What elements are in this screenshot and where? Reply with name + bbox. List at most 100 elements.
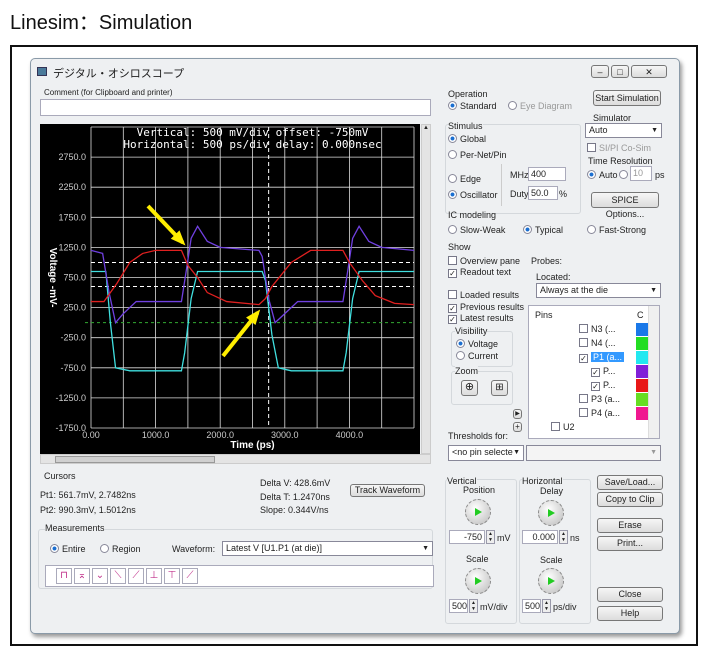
spice-options-button[interactable]: SPICE Options...: [591, 192, 659, 219]
close-button[interactable]: Close: [597, 587, 663, 602]
vertical-position-input[interactable]: -750: [449, 530, 485, 544]
oscillator-radio[interactable]: Oscillator: [448, 190, 498, 200]
pin-checkbox[interactable]: [551, 422, 560, 431]
edge-radio[interactable]: Edge: [448, 174, 481, 184]
threshold-value-select[interactable]: [526, 445, 661, 461]
eye-diagram-radio[interactable]: Eye Diagram: [508, 101, 572, 111]
global-radio[interactable]: Global: [448, 134, 486, 144]
divider: [501, 164, 502, 206]
high-width-icon[interactable]: ⊥: [146, 568, 162, 584]
y-tick-label: -750.0: [60, 363, 86, 373]
slow-weak-radio[interactable]: Slow-Weak: [448, 225, 505, 235]
pin-row[interactable]: N4 (...: [579, 338, 639, 351]
horizontal-scale-unit: ps/div: [553, 602, 577, 612]
cursor-pt2: Pt2: 990.3mV, 1.5012ns: [40, 505, 136, 515]
fast-strong-radio[interactable]: Fast-Strong: [587, 225, 646, 235]
pin-color-swatch: [636, 351, 648, 364]
vertical-position-spinner[interactable]: ▲ ▼: [486, 530, 495, 544]
pin-label: P...: [603, 366, 616, 376]
pin-checkbox[interactable]: [579, 324, 588, 333]
waveform-select[interactable]: Latest V [U1.P1 (at die)]: [222, 541, 433, 556]
duty-input[interactable]: 50.0: [528, 186, 558, 200]
per-net-radio[interactable]: Per-Net/Pin: [448, 150, 507, 160]
erase-button[interactable]: Erase: [597, 518, 663, 533]
zoom-fit-icon[interactable]: ⊞: [491, 380, 508, 396]
slope-icon[interactable]: ⟋: [182, 568, 198, 584]
typical-radio[interactable]: Typical: [523, 225, 563, 235]
entire-radio[interactable]: Entire: [50, 544, 86, 554]
vertical-scale-knob[interactable]: [465, 568, 491, 594]
pin-checkbox[interactable]: [579, 408, 588, 417]
frequency-input[interactable]: 400: [528, 167, 566, 181]
y-axis-label: Voltage -mV-: [47, 248, 58, 308]
horizontal-delay-knob[interactable]: [538, 500, 564, 526]
app-icon: [37, 67, 47, 76]
pin-row[interactable]: N3 (...: [579, 324, 639, 337]
thresholds-select[interactable]: <no pin selecte: [448, 445, 524, 461]
horizontal-delay-input[interactable]: 0.000: [522, 530, 558, 544]
low-width-icon[interactable]: ⊤: [164, 568, 180, 584]
vertical-scale-spinner[interactable]: ▲ ▼: [469, 599, 478, 613]
high-level-icon[interactable]: ⌅: [74, 568, 90, 584]
overview-pane-checkbox[interactable]: Overview pane: [448, 256, 520, 266]
horizontal-delay-spinner[interactable]: ▲ ▼: [559, 530, 568, 544]
pin-row[interactable]: P3 (a...: [579, 394, 639, 407]
comment-input[interactable]: [40, 99, 431, 116]
simulator-select[interactable]: Auto: [585, 123, 662, 138]
located-select[interactable]: Always at the die: [536, 283, 661, 298]
zoom-in-icon[interactable]: ⊕: [461, 380, 478, 396]
region-radio[interactable]: Region: [100, 544, 141, 554]
resolution-input[interactable]: 10: [630, 166, 652, 181]
low-level-icon[interactable]: ⌄: [92, 568, 108, 584]
loaded-results-checkbox[interactable]: Loaded results: [448, 290, 519, 300]
cosim-checkbox[interactable]: SI/PI Co-Sim: [587, 143, 651, 153]
readout-text-checkbox[interactable]: ✓ Readout text: [448, 267, 511, 278]
period-icon[interactable]: ⊓: [56, 568, 72, 584]
save-load-button[interactable]: Save/Load...: [597, 475, 663, 490]
fall-time-icon[interactable]: ⟍: [110, 568, 126, 584]
pins-scrollbar[interactable]: [648, 306, 659, 438]
rise-time-icon[interactable]: ⟋: [128, 568, 144, 584]
help-button[interactable]: Help: [597, 606, 663, 621]
horizontal-scale-knob[interactable]: [538, 568, 564, 594]
voltage-radio[interactable]: Voltage: [456, 339, 498, 349]
pin-label: P4 (a...: [591, 408, 621, 418]
pin-row[interactable]: ✓ P1 (a...: [579, 352, 639, 365]
x-tick-label: 1000.0: [142, 430, 170, 440]
copy-to-clip-button[interactable]: Copy to Clip: [597, 492, 663, 507]
add-icon[interactable]: +: [513, 422, 522, 432]
vertical-scale-input[interactable]: 500: [449, 599, 468, 613]
pin-checkbox[interactable]: ✓: [591, 382, 600, 391]
horizontal-delay-unit: ns: [570, 533, 580, 543]
standard-radio[interactable]: Standard: [448, 101, 497, 111]
pin-checkbox[interactable]: [579, 338, 588, 347]
horizontal-scrollbar[interactable]: [40, 454, 431, 464]
current-radio[interactable]: Current: [456, 351, 498, 361]
oscilloscope-plot[interactable]: 2750.0 2250.0 1750.0 1250.0 750.0 250.0 -250.0…: [40, 124, 420, 454]
expand-arrow-icon[interactable]: ▶: [513, 409, 522, 419]
auto-resolution-radio[interactable]: Auto: [587, 170, 618, 180]
close-window-button[interactable]: ✕: [631, 65, 667, 78]
previous-results-checkbox[interactable]: ✓ Previous results: [448, 302, 524, 313]
print-button[interactable]: Print...: [597, 536, 663, 551]
pin-row[interactable]: U2: [551, 422, 639, 435]
vertical-position-unit: mV: [497, 533, 511, 543]
latest-results-checkbox[interactable]: ✓ Latest results: [448, 313, 514, 324]
track-waveform-button[interactable]: Track Waveform: [350, 484, 425, 497]
horizontal-scale-input[interactable]: 500: [522, 599, 541, 613]
minimize-button[interactable]: –: [591, 65, 609, 78]
start-simulation-button[interactable]: Start Simulation: [593, 90, 661, 106]
pin-checkbox[interactable]: [579, 394, 588, 403]
maximize-button[interactable]: □: [611, 65, 629, 78]
pin-checkbox[interactable]: ✓: [591, 368, 600, 377]
pin-row[interactable]: P4 (a...: [579, 408, 639, 421]
readout-line-2: Horizontal: 500 ps/div delay: 0.000nsec: [123, 138, 381, 151]
measurements-label: Measurements: [45, 523, 105, 533]
vertical-position-knob[interactable]: [465, 499, 491, 525]
pin-row[interactable]: ✓ P...: [591, 366, 639, 379]
pin-row[interactable]: ✓ P...: [591, 380, 639, 393]
horizontal-scale-spinner[interactable]: ▲ ▼: [542, 599, 551, 613]
pin-checkbox[interactable]: ✓: [579, 354, 588, 363]
scrollbar-thumb[interactable]: [55, 456, 215, 463]
vertical-scrollbar[interactable]: ▲: [421, 124, 431, 454]
